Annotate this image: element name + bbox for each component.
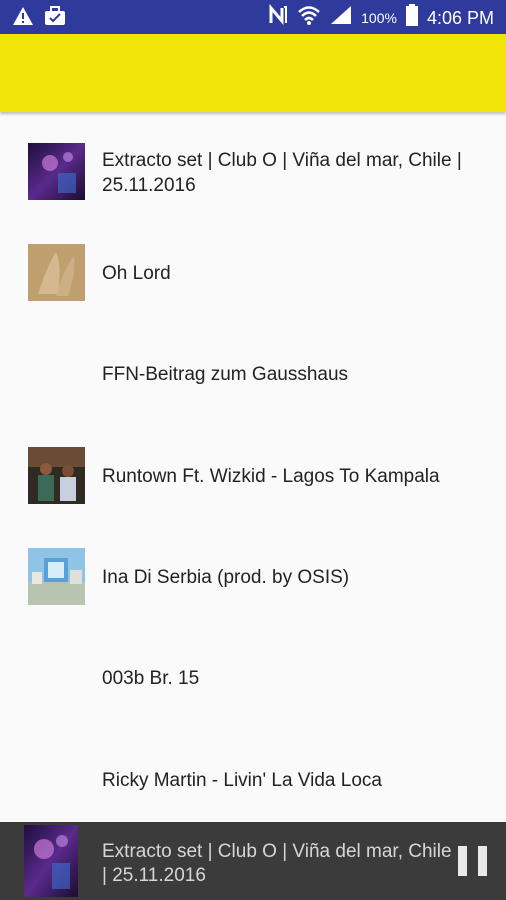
warning-icon	[12, 6, 34, 31]
track-title: 003b Br. 15	[102, 668, 200, 689]
mini-player[interactable]: Extracto set | Club O | Viña del mar, Ch…	[0, 822, 506, 900]
briefcase-check-icon	[44, 6, 66, 31]
now-playing-thumbnail	[24, 825, 78, 897]
app-toolbar	[0, 34, 506, 112]
track-title: Runtown Ft. Wizkid - Lagos To Kampala	[102, 466, 440, 487]
battery-icon	[405, 4, 419, 31]
track-thumbnail	[28, 244, 85, 301]
battery-percent: 100%	[361, 9, 397, 26]
list-item[interactable]: FFN-Beitrag zum Gausshaus	[0, 320, 506, 420]
track-list: Extracto set | Club O | Viña del mar, Ch…	[0, 118, 506, 822]
track-title: Oh Lord	[102, 263, 171, 284]
track-title: Ina Di Serbia (prod. by OSIS)	[102, 567, 350, 588]
track-thumbnail	[28, 447, 85, 504]
clock: 4:06 PM	[426, 7, 494, 28]
track-title: FFN-Beitrag zum Gausshaus	[102, 364, 349, 385]
list-item[interactable]: Runtown Ft. Wizkid - Lagos To Kampala	[0, 422, 506, 522]
pause-icon	[458, 846, 467, 876]
list-item[interactable]: Oh Lord	[0, 219, 506, 319]
now-playing-title: Extracto set | Club O | Viña del mar, Ch…	[102, 841, 452, 886]
wifi-icon	[297, 4, 321, 31]
status-bar: 100% 4:06 PM	[0, 0, 506, 34]
signal-icon	[329, 4, 353, 31]
list-item[interactable]: Extracto set | Club O | Viña del mar, Ch…	[0, 118, 506, 218]
list-item[interactable]: 003b Br. 15	[0, 624, 506, 724]
pause-button[interactable]	[458, 846, 488, 876]
list-item[interactable]: Ricky Martin - Livin' La Vida Loca	[0, 726, 506, 822]
track-title: Ricky Martin - Livin' La Vida Loca	[102, 770, 382, 791]
nfc-icon	[267, 3, 289, 31]
track-title: Extracto set | Club O | Viña del mar, Ch…	[102, 150, 462, 196]
track-thumbnail	[28, 143, 85, 200]
list-item[interactable]: Ina Di Serbia (prod. by OSIS)	[0, 523, 506, 623]
track-thumbnail	[28, 548, 85, 605]
